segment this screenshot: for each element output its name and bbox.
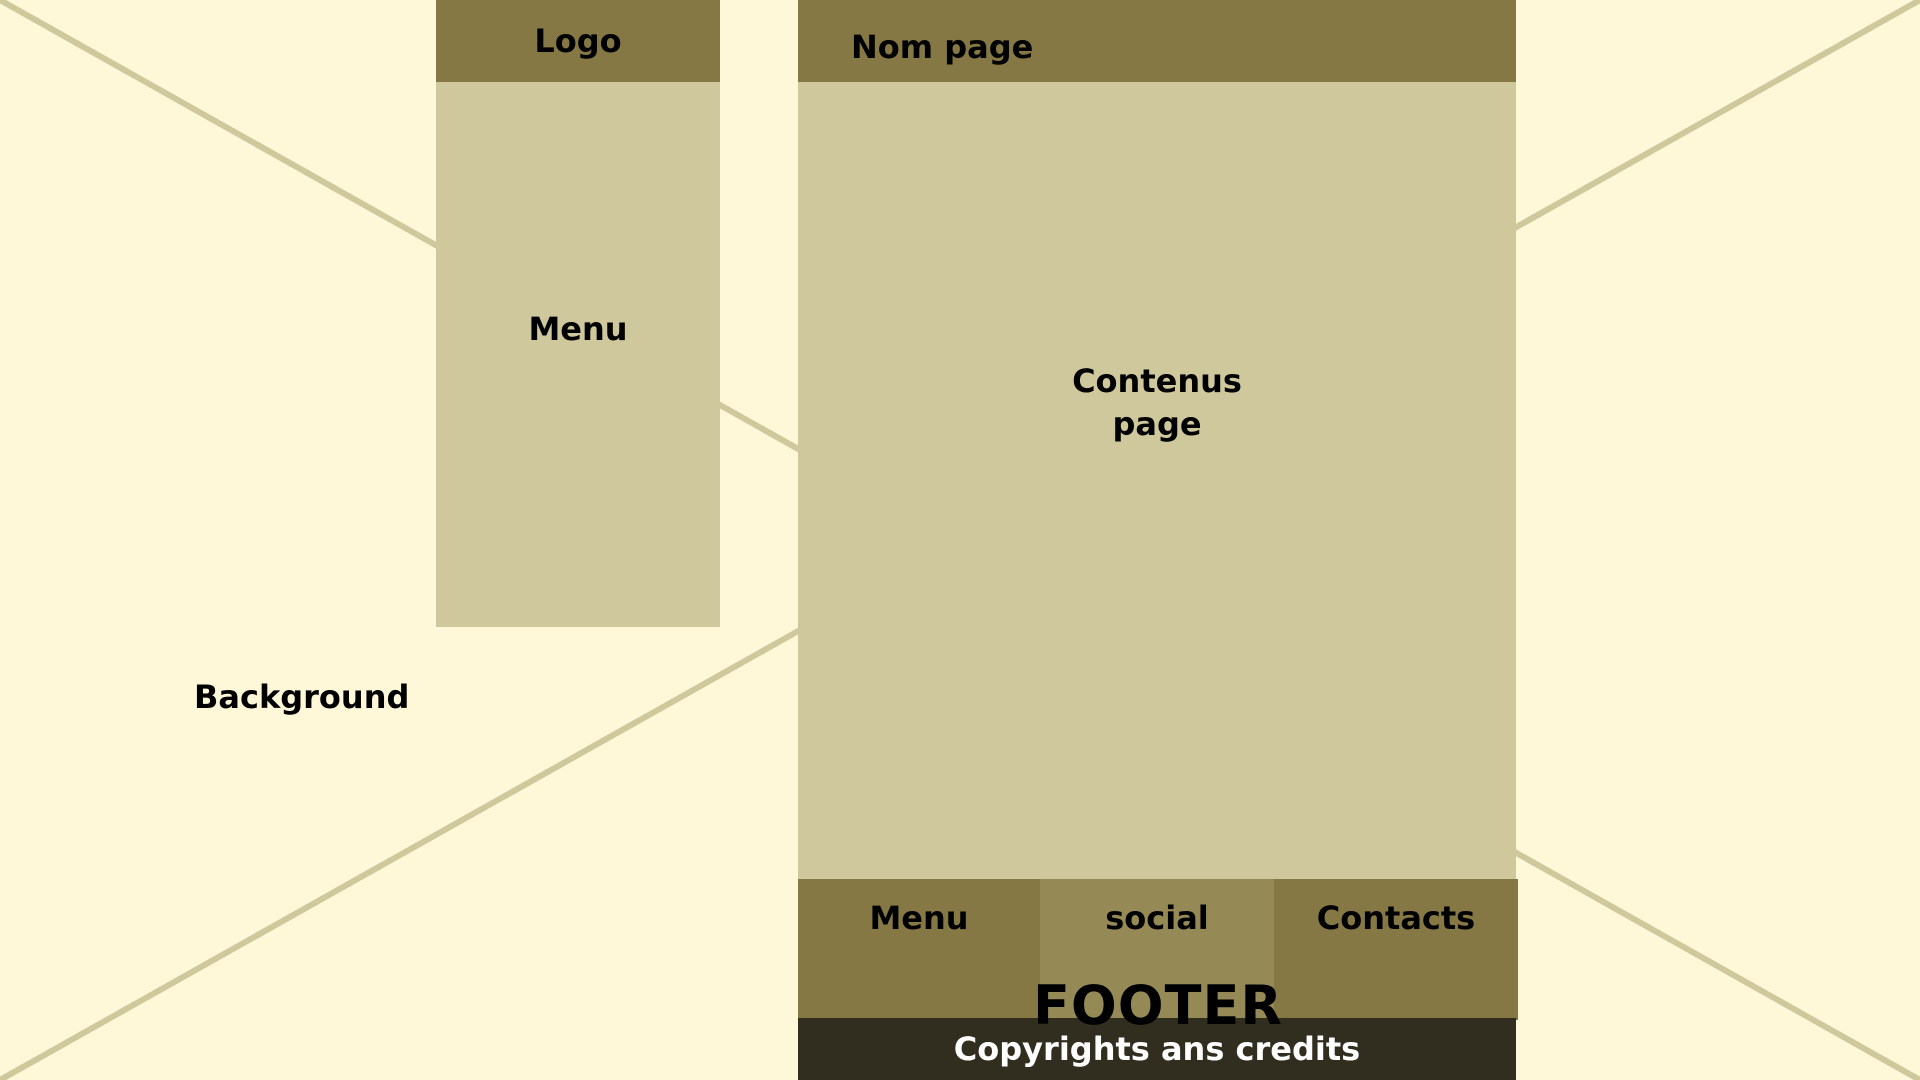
footer-title: FOOTER xyxy=(1032,974,1283,1037)
background-label: Background xyxy=(194,678,410,716)
page-content-panel: Contenus page xyxy=(798,82,1516,879)
logo-box[interactable]: Logo xyxy=(436,0,720,82)
footer-social-label: social xyxy=(1105,899,1209,937)
page-name-label: Nom page xyxy=(851,28,1034,66)
content-label: Contenus page xyxy=(1072,362,1242,443)
logo-label: Logo xyxy=(534,22,622,60)
menu-label: Menu xyxy=(528,310,628,348)
footer-menu-label: Menu xyxy=(869,899,969,937)
footer: Menu social Contacts FOOTER xyxy=(798,879,1518,1037)
page-title-bar: Nom page xyxy=(798,0,1516,82)
menu-panel[interactable]: Menu xyxy=(436,82,720,627)
footer-contacts-label: Contacts xyxy=(1316,899,1476,937)
